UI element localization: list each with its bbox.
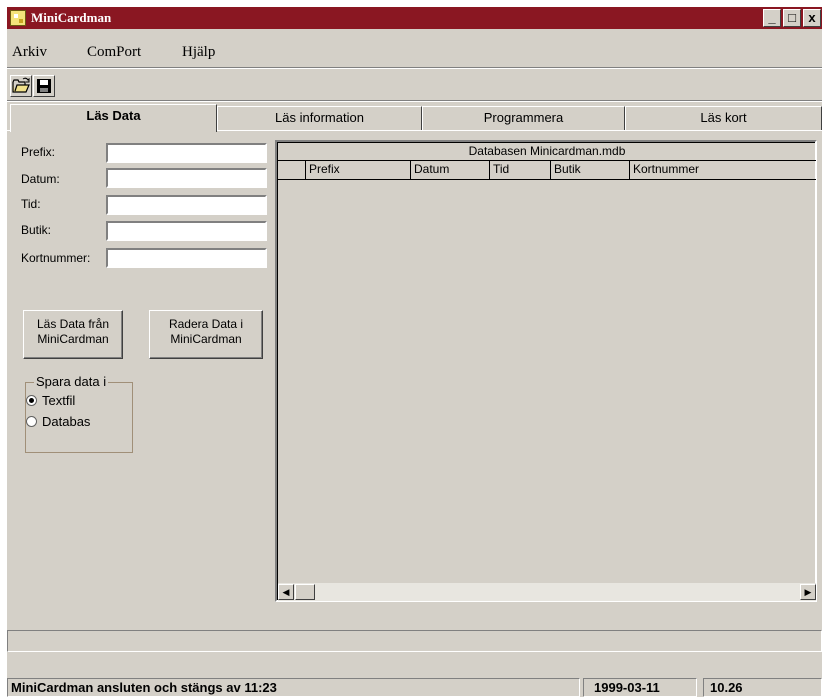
- tab-las-information[interactable]: Läs information: [217, 106, 422, 130]
- menu-arkiv[interactable]: Arkiv: [12, 44, 47, 61]
- close-button[interactable]: x: [803, 9, 821, 27]
- save-group-title: Spara data i: [34, 374, 109, 389]
- databas-label[interactable]: Databas: [42, 414, 90, 429]
- minimize-button[interactable]: _: [763, 9, 781, 27]
- datum-field[interactable]: [106, 168, 267, 188]
- status-date: 1999-03-11: [583, 678, 697, 697]
- main-window: MiniCardman _ □ x Arkiv ComPort Hjälp Lä…: [7, 7, 822, 697]
- butik-field[interactable]: [106, 221, 267, 241]
- grid-caption: Databasen Minicardman.mdb: [278, 143, 816, 161]
- open-file-button[interactable]: [10, 75, 32, 97]
- column-header-datum[interactable]: Datum: [410, 161, 489, 180]
- menu-bar: Arkiv ComPort Hjälp: [7, 43, 822, 65]
- menu-divider: [7, 67, 822, 69]
- datum-label: Datum:: [21, 172, 60, 186]
- floppy-disk-icon: [37, 79, 51, 93]
- save-file-button[interactable]: [33, 75, 55, 97]
- menu-comport[interactable]: ComPort: [87, 44, 141, 61]
- scroll-thumb[interactable]: [295, 584, 315, 600]
- maximize-button[interactable]: □: [783, 9, 801, 27]
- column-header-prefix[interactable]: Prefix: [305, 161, 410, 180]
- tab-las-kort[interactable]: Läs kort: [625, 106, 822, 130]
- column-header-butik[interactable]: Butik: [550, 161, 629, 180]
- databas-radio[interactable]: [26, 416, 37, 427]
- scroll-left-button[interactable]: ◀: [278, 584, 294, 600]
- info-strip: [7, 630, 822, 652]
- row-selector-header: [278, 161, 305, 180]
- column-header-tid[interactable]: Tid: [489, 161, 550, 180]
- data-grid[interactable]: Databasen Minicardman.mdb Prefix Datum T…: [275, 140, 817, 602]
- horizontal-scrollbar[interactable]: ◀ ▶: [278, 583, 816, 601]
- window-title: MiniCardman: [31, 10, 112, 25]
- toolbar-divider: [7, 100, 822, 102]
- tab-las-data[interactable]: Läs Data: [10, 104, 217, 132]
- butik-label: Butik:: [21, 223, 52, 237]
- erase-data-button[interactable]: Radera Data i MiniCardman: [149, 310, 263, 359]
- tab-programmera[interactable]: Programmera: [422, 106, 625, 130]
- kortnummer-label: Kortnummer:: [21, 251, 91, 265]
- textfil-label[interactable]: Textfil: [42, 393, 75, 408]
- title-bar[interactable]: MiniCardman _ □ x: [7, 7, 822, 29]
- textfil-radio[interactable]: [26, 395, 37, 406]
- status-time: 10.26: [703, 678, 822, 697]
- status-message: MiniCardman ansluten och stängs av 11:23: [7, 678, 580, 697]
- prefix-label: Prefix:: [21, 145, 56, 159]
- prefix-field[interactable]: [106, 143, 267, 163]
- column-header-kortnummer[interactable]: Kortnummer: [629, 161, 816, 180]
- scroll-right-button[interactable]: ▶: [800, 584, 816, 600]
- menu-hjalp[interactable]: Hjälp: [182, 44, 215, 61]
- read-data-button[interactable]: Läs Data från MiniCardman: [23, 310, 123, 359]
- tid-label: Tid:: [21, 197, 41, 211]
- folder-open-icon: [12, 77, 30, 93]
- app-icon: [10, 10, 26, 26]
- tid-field[interactable]: [106, 195, 267, 215]
- kortnummer-field[interactable]: [106, 248, 267, 268]
